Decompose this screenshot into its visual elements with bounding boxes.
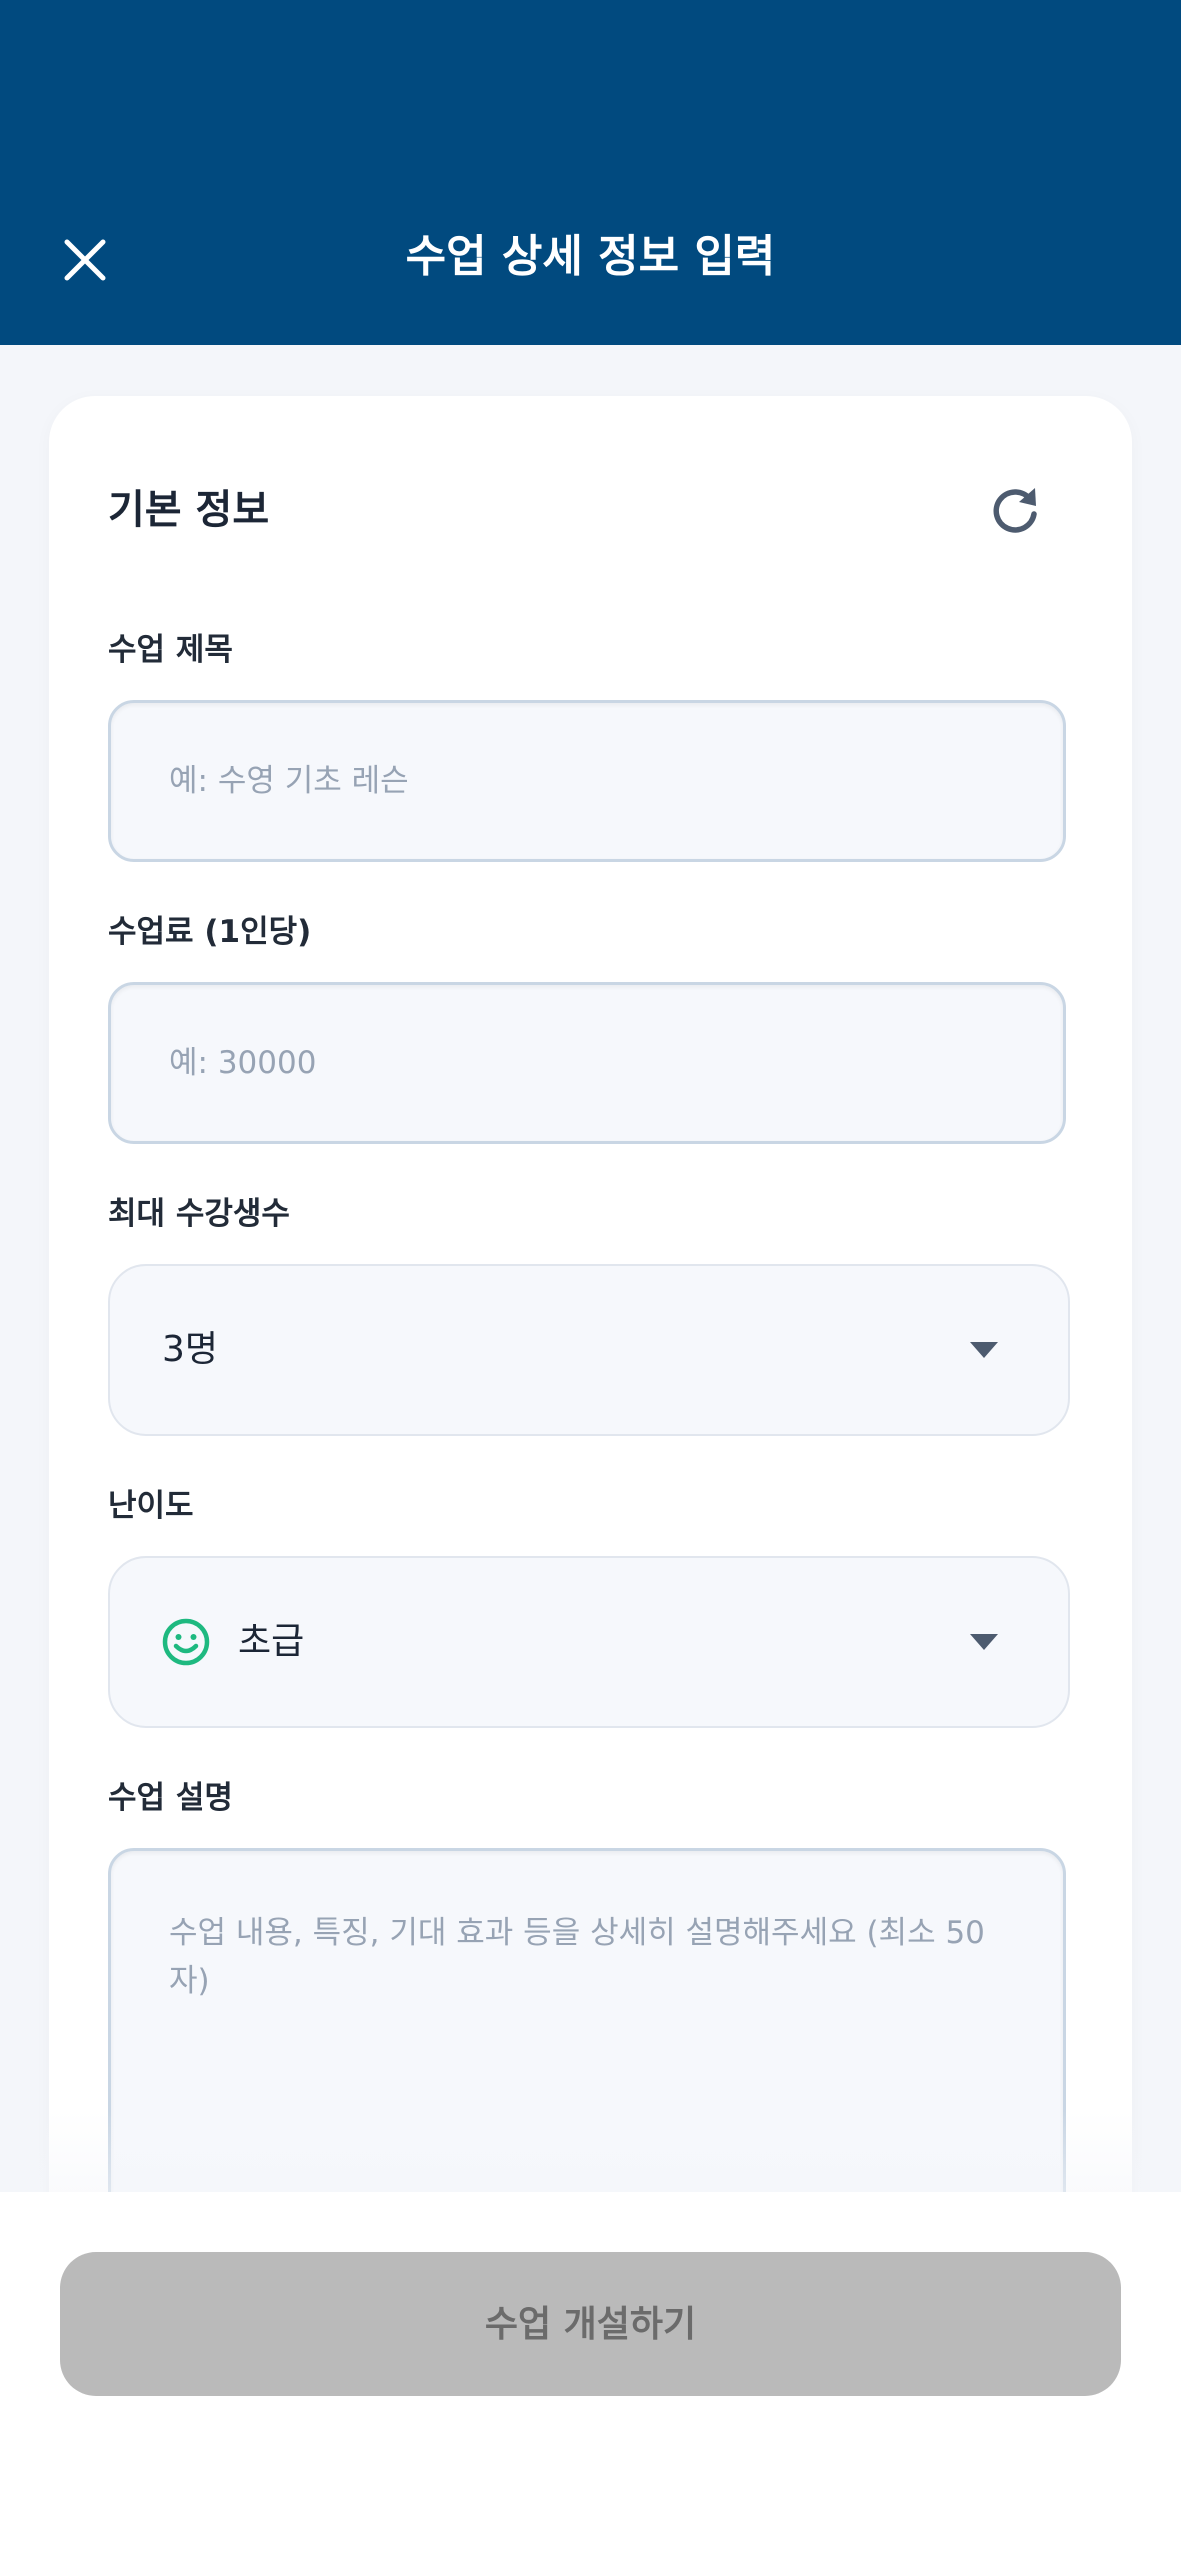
fee-input[interactable] — [111, 985, 1063, 1141]
create-class-button[interactable]: 수업 개설하기 — [60, 2252, 1121, 2396]
max-students-label: 최대 수강생수 — [108, 1196, 290, 1232]
max-students-select[interactable]: 3명 — [108, 1264, 1070, 1436]
page-title: 수업 상세 정보 입력 — [405, 231, 776, 282]
title-input-container — [108, 700, 1066, 862]
chevron-down-icon — [970, 1342, 998, 1358]
section-title: 기본 정보 — [108, 487, 270, 533]
difficulty-value: 초급 — [238, 1621, 305, 1662]
title-label: 수업 제목 — [108, 632, 233, 668]
difficulty-label: 난이도 — [108, 1488, 194, 1524]
description-input-container — [108, 1848, 1066, 2248]
chevron-down-icon — [970, 1634, 998, 1650]
description-label: 수업 설명 — [108, 1780, 233, 1816]
smile-icon — [162, 1618, 210, 1666]
title-input[interactable] — [111, 703, 1063, 859]
refresh-icon — [993, 488, 1037, 533]
fee-input-container — [108, 982, 1066, 1144]
app-header: 수업 상세 정보 입력 — [0, 0, 1181, 345]
fee-label: 수업료 (1인당) — [108, 914, 312, 950]
max-students-value: 3명 — [162, 1329, 219, 1370]
difficulty-select[interactable]: 초급 — [108, 1556, 1070, 1728]
reset-button[interactable] — [985, 480, 1045, 540]
description-textarea[interactable] — [111, 1851, 1063, 2245]
